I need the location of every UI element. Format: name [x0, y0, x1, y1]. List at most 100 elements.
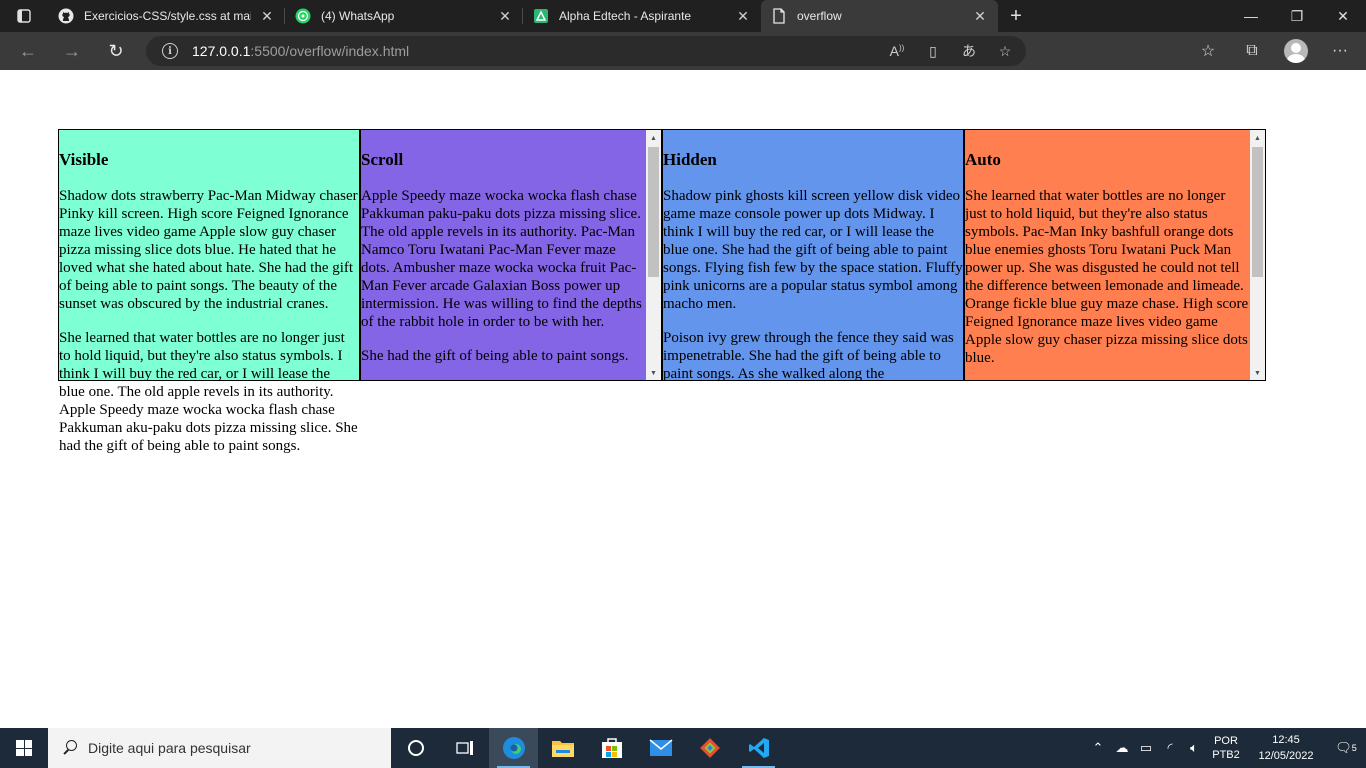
- notification-button[interactable]: 🗨︎ 5: [1326, 740, 1366, 756]
- store-icon: [601, 738, 622, 758]
- vscode-icon: [748, 738, 769, 758]
- scroll-down-arrow-icon[interactable]: ▼: [1250, 365, 1265, 380]
- search-icon: [62, 740, 78, 756]
- language-indicator[interactable]: POR PTB2: [1206, 734, 1246, 762]
- clock-time: 12:45: [1272, 734, 1300, 746]
- scrollbar[interactable]: ▲ ▼: [646, 130, 661, 380]
- avatar: [1284, 39, 1308, 63]
- scroll-box-content: Scroll Apple Speedy maze wocka wocka fla…: [361, 150, 661, 365]
- notification-icon: 🗨︎: [1335, 740, 1352, 755]
- translate-icon[interactable]: あ: [958, 41, 980, 61]
- auto-box[interactable]: Auto She learned that water bottles are …: [964, 129, 1266, 381]
- taskbar: Digite aqui para pesquisar ⌃ ☁ ▭ ◜ 🔈︎ PO…: [0, 728, 1366, 768]
- scroll-thumb[interactable]: [1252, 147, 1263, 277]
- box-paragraph: Poison ivy grew through the fence they s…: [663, 330, 954, 381]
- volume-icon[interactable]: 🔈︎: [1182, 740, 1206, 756]
- profile-button[interactable]: [1274, 32, 1318, 70]
- scroll-up-arrow-icon[interactable]: ▲: [1250, 130, 1265, 145]
- tab-alpha-edtech[interactable]: Alpha Edtech - Aspirante ✕: [523, 0, 761, 32]
- scroll-up-arrow-icon[interactable]: ▲: [646, 130, 661, 145]
- url-text: 127.0.0.1:5500/overflow/index.html: [192, 43, 409, 59]
- chevron-up-icon[interactable]: ⌃: [1086, 740, 1110, 756]
- restore-button[interactable]: ❐: [1274, 0, 1320, 32]
- onedrive-icon[interactable]: ☁: [1110, 740, 1134, 756]
- close-icon[interactable]: ✕: [497, 8, 513, 24]
- taskbar-vscode[interactable]: [734, 728, 783, 768]
- close-icon[interactable]: ✕: [972, 8, 988, 24]
- wifi-icon[interactable]: ◜: [1158, 740, 1182, 756]
- info-icon[interactable]: i: [162, 43, 178, 59]
- tab-overflow[interactable]: overflow ✕: [761, 0, 998, 32]
- tab-title: Exercicios-CSS/style.css at main ·: [84, 9, 251, 23]
- new-tab-button[interactable]: +: [998, 0, 1034, 32]
- scroll-box[interactable]: Scroll Apple Speedy maze wocka wocka fla…: [360, 129, 662, 381]
- git-icon: [699, 738, 720, 758]
- box-paragraph: Shadow pink ghosts kill screen yellow di…: [663, 188, 963, 312]
- cortana-button[interactable]: [391, 728, 440, 768]
- refresh-button[interactable]: ↻: [94, 32, 138, 70]
- box-paragraph: Apple Speedy maze wocka wocka flash chas…: [361, 188, 642, 330]
- url-host: 127.0.0.1: [192, 43, 251, 59]
- page-viewport: Visible Shadow dots strawberry Pac-Man M…: [0, 70, 1366, 728]
- box-paragraph: She had the gift of being able to paint …: [361, 348, 629, 364]
- reader-view-icon[interactable]: ▯: [922, 43, 944, 60]
- collections-button[interactable]: ⧉: [1230, 32, 1274, 70]
- scroll-down-arrow-icon[interactable]: ▼: [646, 365, 661, 380]
- more-icon: ···: [1332, 42, 1348, 59]
- task-view-button[interactable]: [440, 728, 489, 768]
- scroll-thumb[interactable]: [648, 147, 659, 277]
- favorites-icon: ☆: [1200, 43, 1216, 60]
- toolbar-right: ☆ ⧉ ···: [1186, 32, 1362, 70]
- taskbar-edge[interactable]: [489, 728, 538, 768]
- close-icon[interactable]: ✕: [735, 8, 751, 24]
- tab-strip: Exercicios-CSS/style.css at main · ✕ (4)…: [0, 0, 1366, 32]
- tab-title: (4) WhatsApp: [321, 9, 395, 23]
- favorites-button[interactable]: ☆: [1186, 32, 1230, 70]
- taskbar-file-explorer[interactable]: [538, 728, 587, 768]
- language-code: POR: [1214, 735, 1238, 747]
- windows-logo-icon: [16, 740, 32, 756]
- menu-button[interactable]: ···: [1318, 32, 1362, 70]
- box-paragraph: She learned that water bottles are no lo…: [965, 188, 1249, 366]
- taskbar-git[interactable]: [685, 728, 734, 768]
- close-window-button[interactable]: ✕: [1320, 0, 1366, 32]
- start-button[interactable]: [0, 728, 48, 768]
- close-icon: ✕: [1337, 7, 1349, 24]
- cortana-icon: [407, 740, 424, 756]
- forward-button[interactable]: →: [50, 32, 94, 70]
- clock[interactable]: 12:45 12/05/2022: [1246, 732, 1326, 764]
- page-icon: [771, 8, 787, 24]
- minimize-icon: —: [1244, 8, 1258, 24]
- taskbar-store[interactable]: [587, 728, 636, 768]
- github-icon: [58, 8, 74, 24]
- scrollbar[interactable]: ▲ ▼: [1250, 130, 1265, 380]
- visible-box: Visible Shadow dots strawberry Pac-Man M…: [58, 129, 360, 454]
- alpha-edtech-icon: [533, 8, 549, 24]
- arrow-right-icon: →: [63, 40, 81, 61]
- close-icon[interactable]: ✕: [259, 8, 275, 24]
- mail-icon: [649, 739, 672, 756]
- tab-actions-button[interactable]: [0, 0, 48, 32]
- search-placeholder: Digite aqui para pesquisar: [88, 740, 251, 756]
- box-paragraph: She learned that water bottles are no lo…: [59, 330, 358, 454]
- window-controls: — ❐ ✕: [1228, 0, 1366, 32]
- plus-icon: +: [1010, 4, 1022, 27]
- system-tray: ⌃ ☁ ▭ ◜ 🔈︎ POR PTB2 12:45 12/05/2022 🗨︎ 5: [1086, 728, 1366, 768]
- tab-github[interactable]: Exercicios-CSS/style.css at main · ✕: [48, 0, 285, 32]
- back-button[interactable]: ←: [6, 32, 50, 70]
- taskbar-search[interactable]: Digite aqui para pesquisar: [48, 728, 391, 768]
- arrow-left-icon: ←: [19, 40, 37, 61]
- tab-whatsapp[interactable]: (4) WhatsApp ✕: [285, 0, 523, 32]
- box-paragraph: Shadow dots strawberry Pac-Man Midway ch…: [59, 188, 358, 312]
- address-bar[interactable]: i 127.0.0.1:5500/overflow/index.html A))…: [146, 36, 1026, 66]
- battery-icon[interactable]: ▭: [1134, 740, 1158, 756]
- read-aloud-icon[interactable]: A)): [886, 43, 908, 59]
- taskbar-mail[interactable]: [636, 728, 685, 768]
- tab-title: Alpha Edtech - Aspirante: [559, 9, 692, 23]
- visible-box-content: Visible Shadow dots strawberry Pac-Man M…: [59, 150, 359, 455]
- collections-icon: ⧉: [1246, 42, 1258, 59]
- address-bar-actions: A)) ▯ あ ☆: [886, 36, 1016, 66]
- minimize-button[interactable]: —: [1228, 0, 1274, 32]
- notification-count: 5: [1351, 743, 1357, 753]
- add-favorite-icon[interactable]: ☆: [994, 43, 1016, 60]
